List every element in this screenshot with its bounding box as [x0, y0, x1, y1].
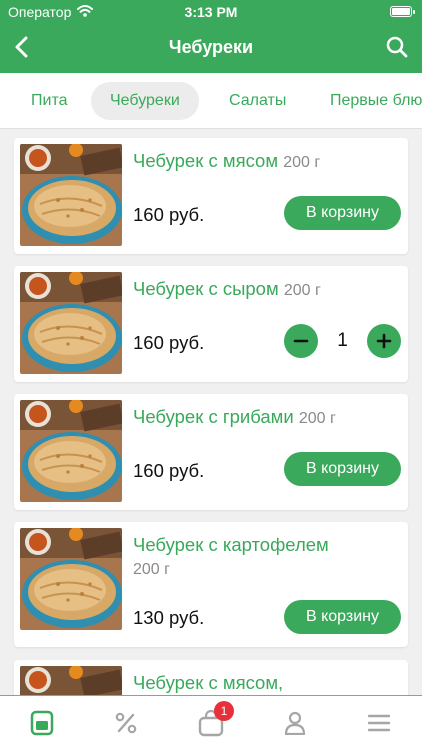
product-image[interactable] — [20, 528, 122, 630]
product-title: Чебурек с мясом 200 г — [133, 149, 400, 174]
quantity-value: 1 — [337, 330, 348, 351]
add-to-cart-button[interactable]: В корзину — [284, 196, 401, 230]
product-card: Чебурек с мясом, — [14, 660, 408, 695]
decrease-quantity-button[interactable] — [284, 324, 318, 358]
product-price: 160 руб. — [133, 460, 205, 481]
product-title: Чебурек с грибами 200 г — [133, 405, 400, 430]
tab-first-courses[interactable]: Первые блюда — [311, 82, 422, 120]
product-card: Чебурек с грибами 200 г 160 руб. В корзи… — [14, 394, 408, 510]
product-weight: 200 г — [133, 561, 170, 578]
menu-card-icon[interactable] — [22, 706, 62, 740]
increase-quantity-button[interactable] — [367, 324, 401, 358]
product-name: Чебурек с картофелем — [133, 534, 329, 555]
product-image[interactable] — [20, 144, 122, 246]
product-price: 130 руб. — [133, 607, 205, 628]
product-title: Чебурек с сыром 200 г — [133, 277, 400, 302]
product-list: Чебурек с мясом 200 г 160 руб. В корзину… — [0, 129, 422, 695]
product-image[interactable] — [20, 272, 122, 374]
product-name: Чебурек с мясом — [133, 150, 279, 171]
product-image[interactable] — [20, 666, 122, 695]
battery-icon — [390, 6, 415, 17]
app-header: Оператор 3:13 PM Чебуреки — [0, 0, 422, 73]
product-name: Чебурек с грибами — [133, 406, 294, 427]
category-tabs: Пита Чебуреки Салаты Первые блюда — [0, 73, 422, 129]
product-title: Чебурек с картофелем 200 г — [133, 533, 400, 581]
nav-bar: Чебуреки — [0, 24, 422, 73]
page-title: Чебуреки — [168, 37, 254, 57]
product-name: Чебурек с мясом, — [133, 672, 284, 693]
product-card: Чебурек с мясом 200 г 160 руб. В корзину — [14, 138, 408, 254]
percent-icon[interactable] — [106, 706, 146, 740]
user-icon[interactable] — [275, 706, 315, 740]
product-weight: 200 г — [283, 282, 321, 299]
tab-chebureki[interactable]: Чебуреки — [91, 82, 199, 120]
tab-pita[interactable]: Пита — [12, 82, 86, 120]
product-card: Чебурек с картофелем 200 г 130 руб. В ко… — [14, 522, 408, 647]
product-price: 160 руб. — [133, 332, 205, 353]
product-title: Чебурек с мясом, — [133, 671, 400, 694]
status-bar: Оператор 3:13 PM — [0, 0, 422, 24]
add-to-cart-button[interactable]: В корзину — [284, 452, 401, 486]
product-image[interactable] — [20, 400, 122, 502]
product-price: 160 руб. — [133, 204, 205, 225]
hamburger-menu-icon[interactable] — [359, 706, 399, 740]
cart-count-badge: 1 — [214, 701, 234, 721]
bottom-tab-bar: 1 — [0, 695, 422, 750]
product-weight: 200 г — [298, 410, 336, 427]
quantity-stepper: 1 — [284, 324, 401, 358]
search-icon[interactable] — [382, 32, 412, 62]
minus-icon — [293, 339, 309, 343]
add-to-cart-button[interactable]: В корзину — [284, 600, 401, 634]
status-time: 3:13 PM — [184, 4, 238, 20]
plus-icon — [376, 333, 392, 349]
product-name: Чебурек с сыром — [133, 278, 279, 299]
product-weight: 200 г — [283, 154, 321, 171]
tab-salads[interactable]: Салаты — [210, 82, 305, 120]
product-card: Чебурек с сыром 200 г 160 руб. 1 — [14, 266, 408, 382]
